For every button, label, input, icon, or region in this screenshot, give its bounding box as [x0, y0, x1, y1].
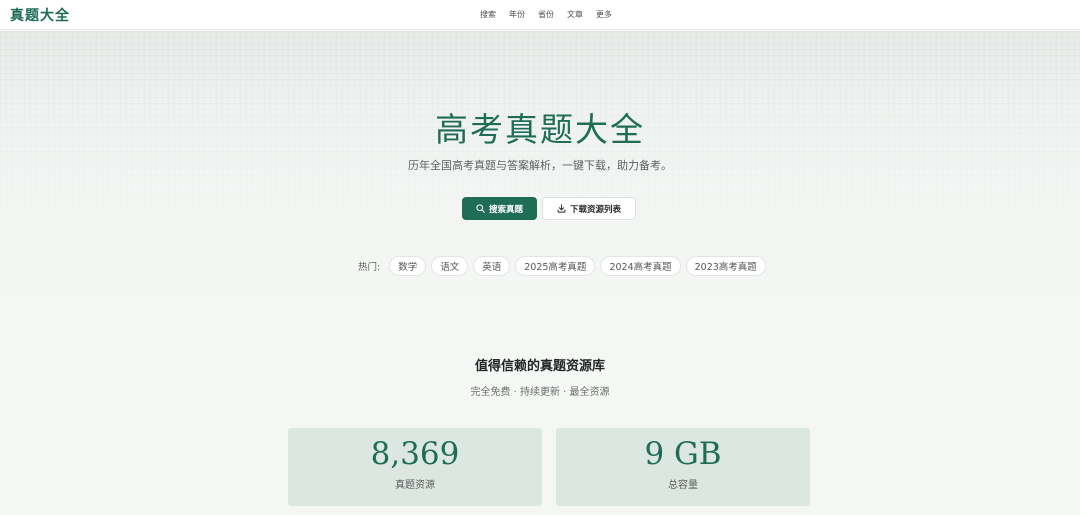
hero-title: 高考真题大全 [435, 110, 645, 149]
stat-value: 9 GB [644, 436, 722, 472]
hot-tag-chinese[interactable]: 语文 [431, 255, 469, 276]
stat-label: 总容量 [668, 480, 698, 491]
section-subtitle: 完全免费 · 持续更新 · 最全资源 [470, 387, 610, 398]
nav-link-search[interactable]: 搜索 [480, 9, 496, 20]
hot-tag-2025[interactable]: 2025高考真题 [515, 255, 596, 276]
top-navbar: 真题大全 搜索 年份 省份 文章 更多 [0, 0, 1080, 30]
stat-value: 8,369 [370, 436, 460, 472]
search-icon [476, 204, 485, 213]
nav-link-province[interactable]: 省份 [538, 9, 554, 20]
hot-label: 热门: [358, 261, 381, 273]
hero-subtitle: 历年全国高考真题与答案解析，一键下载，助力备考。 [408, 159, 672, 172]
hot-tag-2024[interactable]: 2024高考真题 [600, 255, 681, 276]
stat-card-capacity: 9 GB 总容量 [556, 428, 810, 506]
nav-link-articles[interactable]: 文章 [567, 9, 583, 20]
stat-card-resources: 8,369 真题资源 [288, 428, 542, 506]
hot-tag-math[interactable]: 数学 [389, 255, 427, 276]
nav-link-year[interactable]: 年份 [509, 9, 525, 20]
site-logo[interactable]: 真题大全 [10, 5, 70, 25]
nav-link-more[interactable]: 更多 [596, 9, 612, 20]
download-list-button[interactable]: 下载资源列表 [542, 197, 636, 220]
search-button-label: 搜索真题 [488, 204, 523, 215]
download-list-label: 下载资源列表 [569, 204, 621, 215]
nav-links: 搜索 年份 省份 文章 更多 [480, 9, 625, 20]
hot-tags: 热门: 数学 语文 英语 2025高考真题 2024高考真题 2023高考真题 [358, 255, 771, 276]
download-icon [557, 204, 566, 213]
stat-label: 真题资源 [395, 480, 435, 491]
hot-tag-english[interactable]: 英语 [473, 255, 511, 276]
hot-tag-2023[interactable]: 2023高考真题 [685, 255, 766, 276]
search-button[interactable]: 搜索真题 [462, 197, 537, 220]
section-title: 值得信赖的真题资源库 [474, 359, 605, 374]
